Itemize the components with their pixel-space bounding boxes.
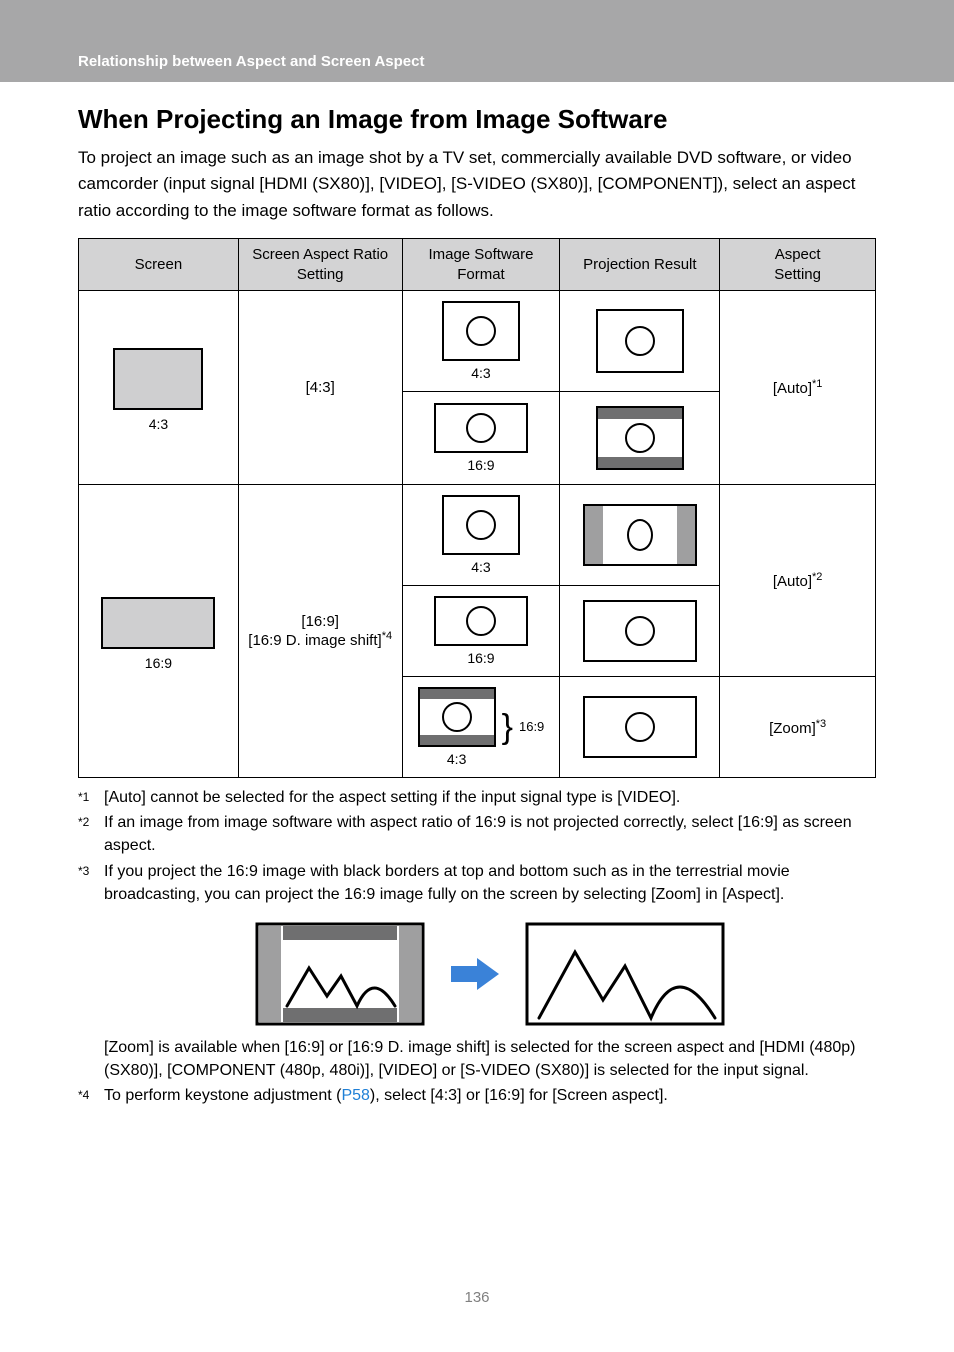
circle-icon	[625, 616, 655, 646]
screen-169-label: 16:9	[79, 655, 238, 671]
cell-screen-169: 16:9	[79, 485, 239, 778]
circle-icon	[625, 712, 655, 742]
footnote-3-mark: *3	[78, 860, 104, 1083]
format-169-box-icon	[434, 403, 528, 453]
screen-43-label: 4:3	[79, 416, 238, 432]
footnotes: *1 [Auto] cannot be selected for the asp…	[78, 786, 876, 1108]
cell-result-43-b	[560, 392, 720, 485]
footnote-4-text-b: ), select [4:3] or [16:9] for [Screen as…	[370, 1087, 668, 1104]
footnote-3-text: If you project the 16:9 image with black…	[104, 860, 876, 1083]
cell-format-169-b: 16:9	[402, 586, 560, 677]
aspect-zoom-sup: *3	[816, 718, 826, 730]
footnote-4-text-a: To perform keystone adjustment (	[104, 1087, 341, 1104]
projection-169-icon	[583, 600, 697, 662]
cell-format-43-b: 16:9	[402, 392, 560, 485]
th-format: Image Software Format	[402, 239, 560, 291]
circle-icon	[625, 326, 655, 356]
table-row: 4:3 [4:3] 4:3	[79, 291, 876, 392]
cell-result-169-c	[560, 677, 720, 778]
projection-43-icon	[596, 309, 684, 373]
screen-169-icon	[101, 597, 215, 649]
zoom-illustration	[104, 922, 876, 1026]
table-row: 16:9 [16:9] [16:9 D. image shift]*4 4:3	[79, 485, 876, 586]
footnote-4-mark: *4	[78, 1084, 104, 1107]
format-43-label: 4:3	[471, 559, 490, 575]
arrow-right-icon	[447, 954, 503, 994]
circle-icon	[466, 413, 496, 443]
footnote-4-text: To perform keystone adjustment (P58), se…	[104, 1084, 876, 1107]
aspect-auto2-text: [Auto]	[773, 573, 812, 590]
footnote-2-mark: *2	[78, 811, 104, 857]
format-43-box-icon	[442, 301, 520, 361]
footnote-3-textline: If you project the 16:9 image with black…	[104, 863, 790, 903]
aspect-auto1-text: [Auto]	[773, 380, 812, 397]
th-result: Projection Result	[560, 239, 720, 291]
format-letterbox-inner-label: 16:9	[519, 718, 544, 736]
footnote-2: *2 If an image from image software with …	[78, 811, 876, 857]
cell-screen-43: 4:3	[79, 291, 239, 485]
circle-icon	[466, 606, 496, 636]
aspect-auto2-sup: *2	[812, 571, 822, 583]
header-title: Relationship between Aspect and Screen A…	[78, 53, 424, 70]
footnote-3: *3 If you project the 16:9 image with bl…	[78, 860, 876, 1083]
section-title: When Projecting an Image from Image Soft…	[78, 104, 876, 135]
th-aspect: Aspect Setting	[720, 239, 876, 291]
footnote-1: *1 [Auto] cannot be selected for the asp…	[78, 786, 876, 809]
cell-format-169-c: 4:3 } 16:9	[402, 677, 560, 778]
cell-aspect-auto1: [Auto]*1	[720, 291, 876, 485]
zoom-before-icon	[255, 922, 425, 1026]
page: Relationship between Aspect and Screen A…	[0, 0, 954, 1352]
screen-43-icon	[113, 348, 203, 410]
th-screen-aspect: Screen Aspect Ratio Setting	[238, 239, 402, 291]
cell-format-43-a: 4:3	[402, 291, 560, 392]
footnote-4-link[interactable]: P58	[341, 1087, 369, 1104]
format-169-label: 16:9	[467, 457, 494, 473]
circle-icon	[466, 316, 496, 346]
format-letterbox-icon	[418, 687, 496, 747]
circle-icon	[442, 702, 472, 732]
projection-43-letterbox-icon	[596, 406, 684, 470]
aspect-table: Screen Screen Aspect Ratio Setting Image…	[78, 238, 876, 778]
setting-169-line1: [16:9]	[239, 613, 402, 630]
setting-169-line2: [16:9 D. image shift]	[248, 632, 381, 649]
format-169-label: 16:9	[467, 650, 494, 666]
setting-43-text: [4:3]	[306, 379, 335, 396]
cell-format-169-a: 4:3	[402, 485, 560, 586]
format-43-label: 4:3	[471, 365, 490, 381]
intro-paragraph: To project an image such as an image sho…	[78, 145, 876, 224]
setting-169-sup: *4	[382, 630, 392, 642]
cell-aspect-auto2: [Auto]*2	[720, 485, 876, 677]
table-header-row: Screen Screen Aspect Ratio Setting Image…	[79, 239, 876, 291]
th-screen: Screen	[79, 239, 239, 291]
cell-setting-43: [4:3]	[238, 291, 402, 485]
cell-result-169-a	[560, 485, 720, 586]
circle-icon	[627, 519, 653, 551]
header-band: Relationship between Aspect and Screen A…	[0, 0, 954, 82]
format-169-box-icon	[434, 596, 528, 646]
footnote-2-text: If an image from image software with asp…	[104, 811, 876, 857]
cell-result-169-b	[560, 586, 720, 677]
cell-aspect-zoom: [Zoom]*3	[720, 677, 876, 778]
page-number: 136	[0, 1289, 954, 1306]
content-area: When Projecting an Image from Image Soft…	[0, 82, 954, 1108]
circle-icon	[625, 423, 655, 453]
footnote-3b-text: [Zoom] is available when [16:9] or [16:9…	[104, 1039, 855, 1079]
brace-icon: }	[502, 710, 513, 744]
projection-169-zoom-icon	[583, 696, 697, 758]
format-letterbox-outer-label: 4:3	[418, 751, 496, 767]
zoom-after-icon	[525, 922, 725, 1026]
cell-setting-169: [16:9] [16:9 D. image shift]*4	[238, 485, 402, 778]
format-43-box-icon	[442, 495, 520, 555]
aspect-auto1-sup: *1	[812, 378, 822, 390]
footnote-4: *4 To perform keystone adjustment (P58),…	[78, 1084, 876, 1107]
aspect-zoom-text: [Zoom]	[769, 720, 816, 737]
footnote-1-text: [Auto] cannot be selected for the aspect…	[104, 786, 876, 809]
projection-pillarbox-icon	[583, 504, 697, 566]
circle-icon	[466, 510, 496, 540]
footnote-1-mark: *1	[78, 786, 104, 809]
cell-result-43-a	[560, 291, 720, 392]
